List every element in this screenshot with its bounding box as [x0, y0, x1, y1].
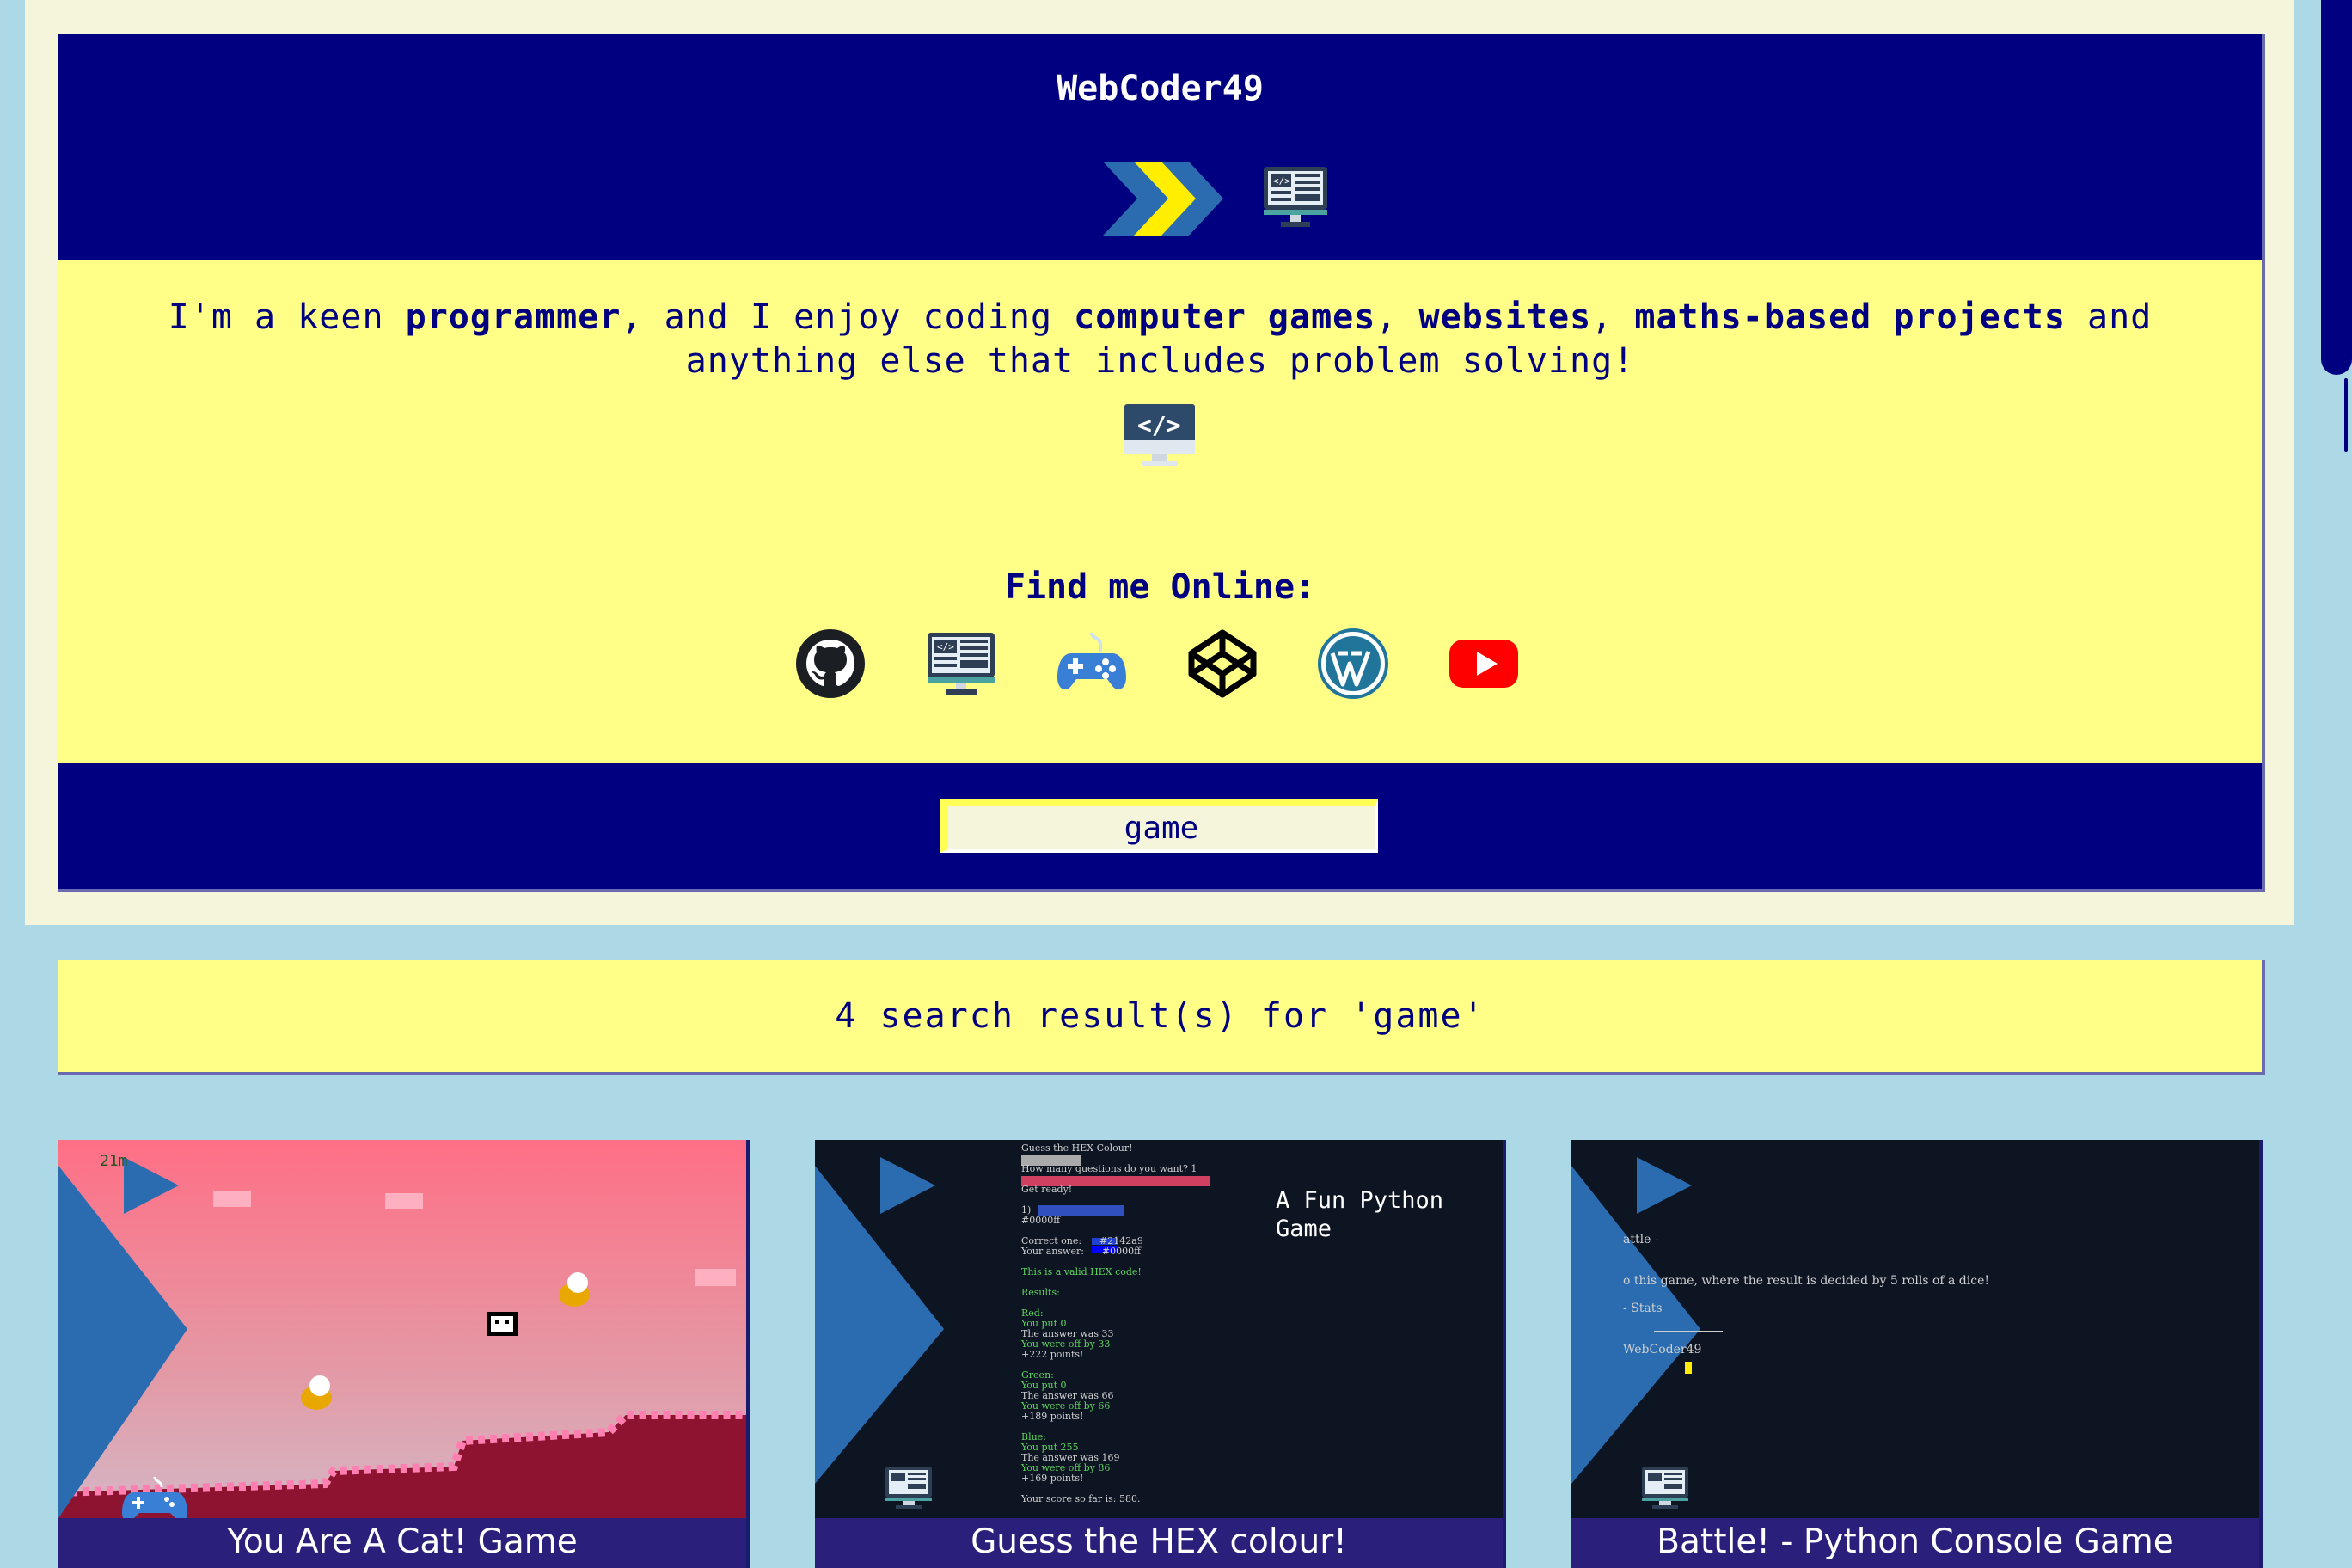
- scrollbar-thumb[interactable]: [2321, 0, 2352, 375]
- terminal-line: How many questions do you want? 1: [1021, 1163, 1197, 1174]
- intro-highlight: websites: [1418, 297, 1592, 337]
- card-title[interactable]: Guess the HEX colour!: [815, 1518, 1503, 1568]
- search-bar: [58, 763, 2265, 892]
- card-title[interactable]: You Are A Cat! Game: [58, 1518, 746, 1568]
- intro-text: I'm a keen programmer, and I enjoy codin…: [110, 296, 2210, 383]
- terminal-line: Results:: [1021, 1287, 1060, 1298]
- computer-icon: </>: [928, 633, 995, 695]
- wordpress-icon: [1318, 628, 1388, 699]
- games-link[interactable]: [1056, 628, 1128, 700]
- result-card-hex-game[interactable]: Guess the HEX Colour! How many questions…: [815, 1140, 1506, 1568]
- terminal-line: WebCoder49: [1623, 1343, 1702, 1357]
- result-card-cat-game[interactable]: 21m You Are A Cat! Game: [58, 1140, 750, 1568]
- code-monitor-icon: </>: [1124, 404, 1195, 466]
- intro-highlight: maths-based projects: [1634, 297, 2066, 337]
- search-results-summary: 4 search result(s) for 'game': [58, 960, 2265, 1075]
- about-section: I'm a keen programmer, and I enjoy codin…: [58, 260, 2265, 763]
- intro-highlight: programmer: [405, 297, 622, 337]
- intro-text-part: ,: [1591, 297, 1635, 337]
- terminal-line: Get ready!: [1021, 1184, 1073, 1195]
- card-subtitle: A Fun Python Game: [1276, 1187, 1444, 1242]
- github-icon: [796, 629, 865, 698]
- computer-icon: </>: [1264, 167, 1327, 227]
- codepen-link[interactable]: [1186, 628, 1259, 700]
- youtube-link[interactable]: [1448, 628, 1520, 700]
- terminal-line: - Stats: [1623, 1302, 1663, 1315]
- intro-text-part: I'm a keen: [168, 297, 406, 337]
- site-header: WebCoder49 </>: [58, 34, 2265, 260]
- terminal-line: This is a valid HEX code!: [1021, 1266, 1142, 1277]
- svg-text:</>: </>: [1137, 411, 1181, 439]
- github-link[interactable]: [794, 628, 867, 700]
- scrollbar-track[interactable]: [2344, 378, 2348, 452]
- terminal-line: #0000ff: [1021, 1215, 1061, 1226]
- youtube-icon: [1449, 640, 1518, 688]
- terminal-line: Your score so far is: 580.: [1021, 1493, 1141, 1504]
- wordpress-link[interactable]: [1317, 628, 1389, 700]
- arrows-logo-icon: [1103, 162, 1223, 236]
- terminal-line: +169 points!: [1021, 1473, 1084, 1484]
- terminal-line: o this game, where the result is decided…: [1623, 1274, 1990, 1288]
- website-link[interactable]: </>: [925, 628, 997, 700]
- intro-text-part: ,: [1375, 297, 1419, 337]
- card-title[interactable]: Battle! - Python Console Game: [1571, 1518, 2259, 1568]
- svg-text:</>: </>: [1273, 175, 1290, 187]
- intro-highlight: computer games: [1074, 297, 1376, 337]
- svg-text:</>: </>: [937, 641, 954, 652]
- terminal-line: +189 points!: [1021, 1411, 1084, 1422]
- terminal-line: Guess the HEX Colour!: [1021, 1142, 1133, 1154]
- search-input[interactable]: [940, 799, 1378, 853]
- terminal-line: +222 points!: [1021, 1349, 1084, 1360]
- result-card-battle-game[interactable]: attle - o this game, where the result is…: [1571, 1140, 2263, 1568]
- site-title: WebCoder49: [1057, 69, 1264, 108]
- find-me-heading: Find me Online:: [1004, 567, 1316, 607]
- intro-text-part: , and I enjoy coding: [621, 297, 1075, 337]
- cat-game-screenshot: 21m: [58, 1140, 746, 1568]
- terminal-line: Your answer: #0000ff: [1021, 1246, 1141, 1257]
- terminal-line: attle -: [1623, 1233, 1659, 1246]
- codepen-icon: [1188, 629, 1257, 698]
- gamepad-icon: [1057, 632, 1126, 690]
- distance-counter: 21m: [100, 1152, 128, 1170]
- terminal-output: Guess the HEX Colour! How many questions…: [1021, 1143, 1197, 1504]
- terminal-output: attle - o this game, where the result is…: [1623, 1233, 1989, 1357]
